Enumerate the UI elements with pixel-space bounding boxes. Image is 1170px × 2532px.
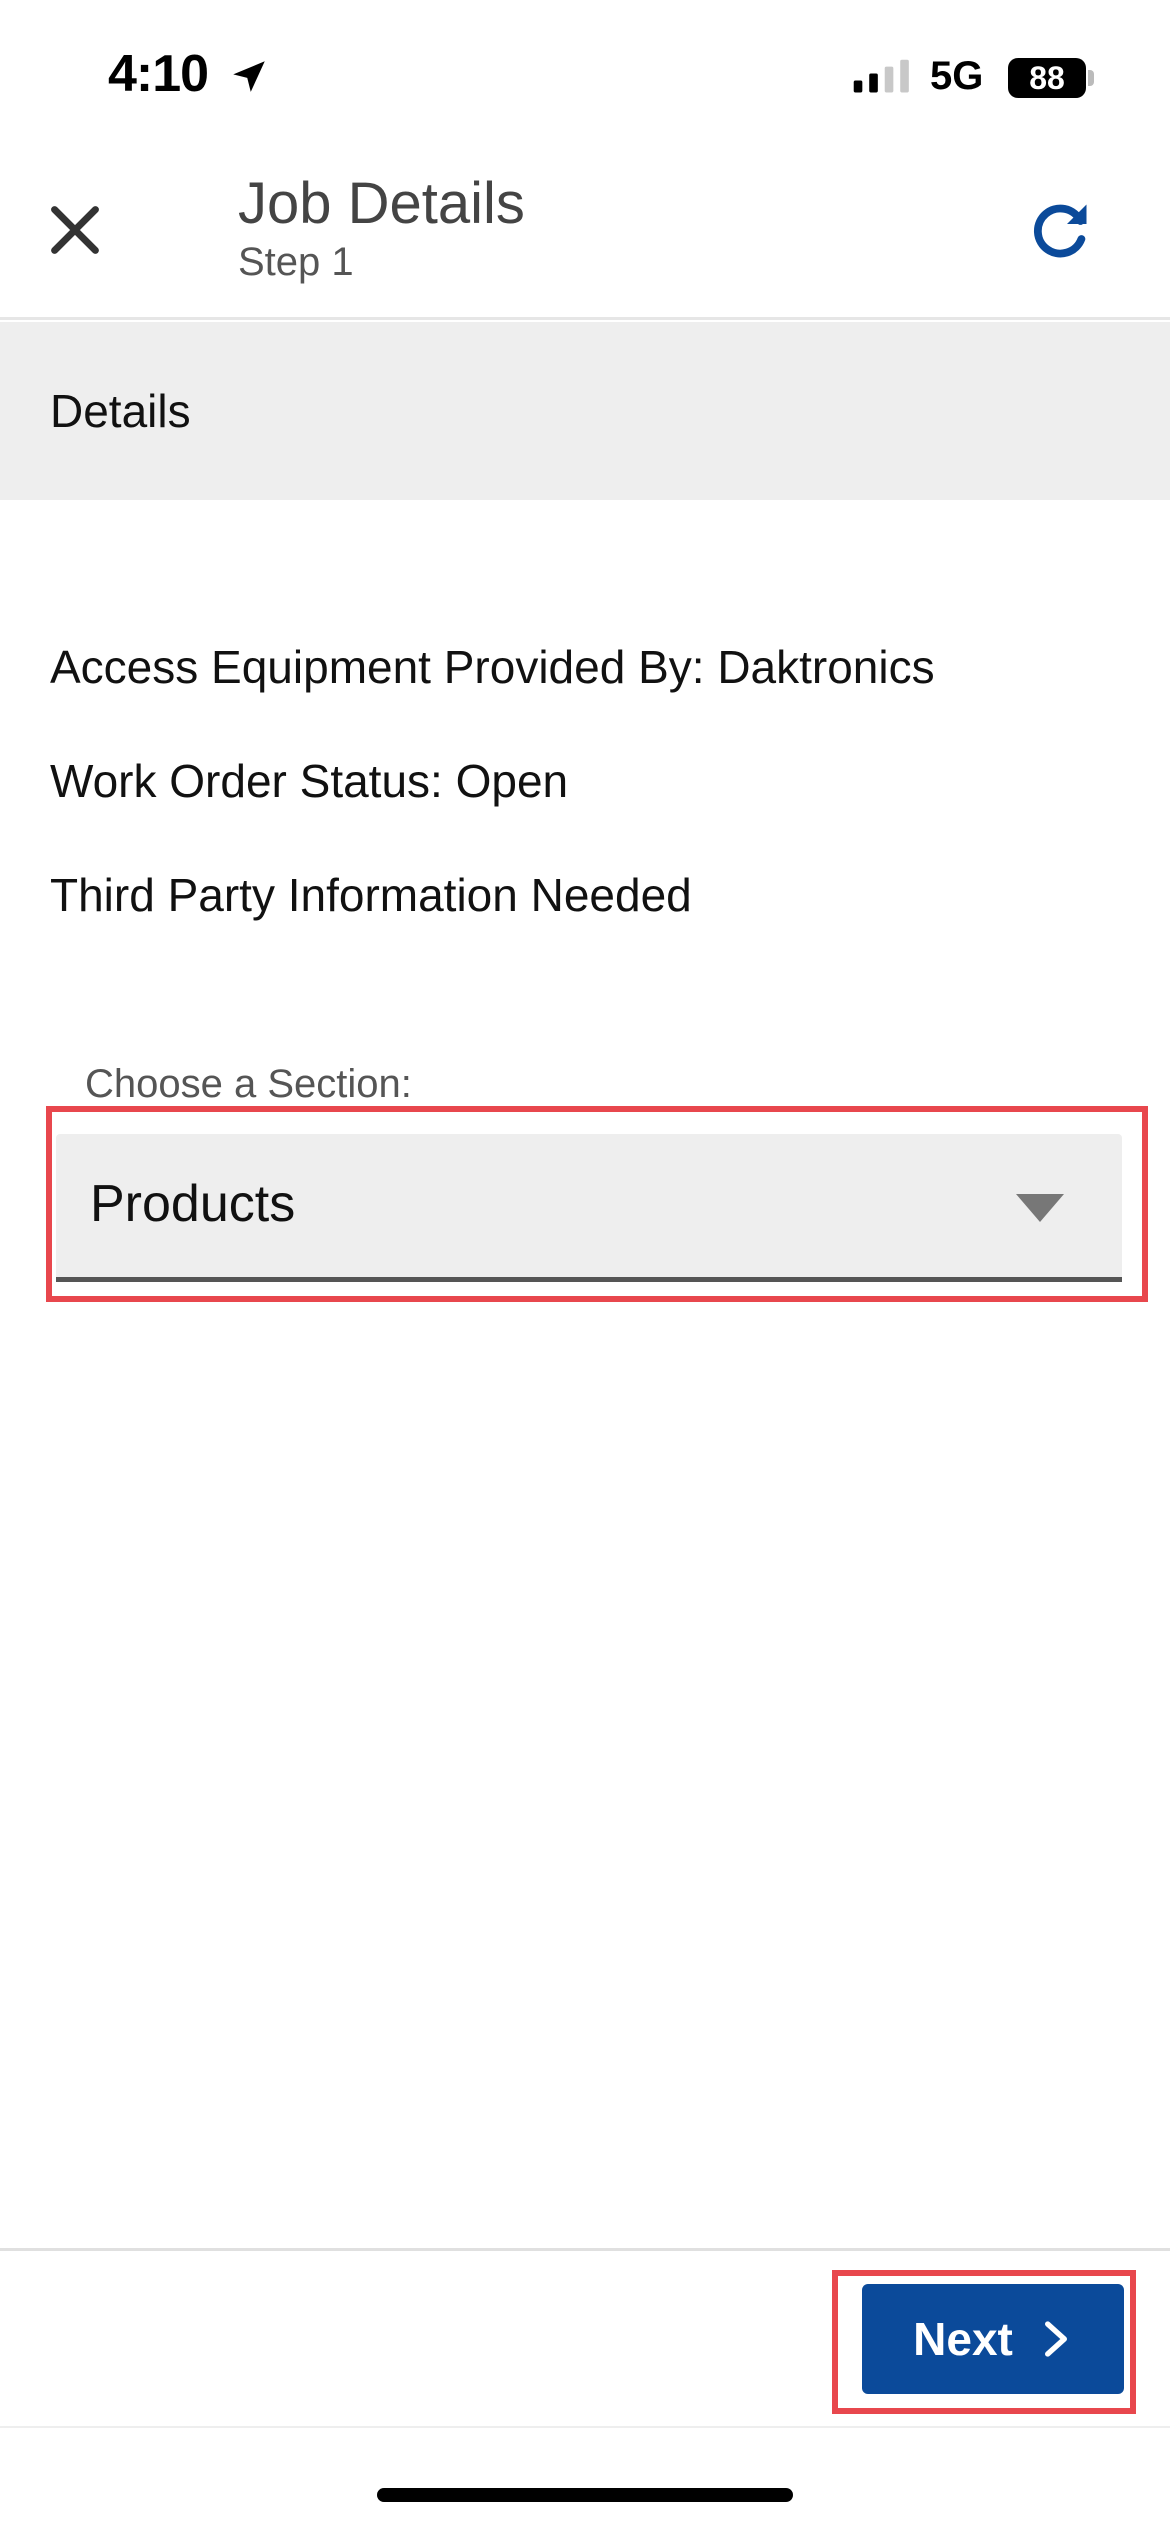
refresh-icon[interactable] xyxy=(1025,194,1097,266)
section-header: Details xyxy=(0,322,1170,500)
chevron-right-icon xyxy=(1044,2321,1067,2357)
dropdown-arrow-icon xyxy=(1016,1194,1064,1222)
page-subtitle: Step 1 xyxy=(238,240,354,284)
status-bar: 4:10 5G 88 xyxy=(0,0,1170,150)
battery-cap xyxy=(1088,70,1094,86)
detail-access-equipment: Access Equipment Provided By: Daktronics xyxy=(50,641,935,693)
detail-work-order-status: Work Order Status: Open xyxy=(50,755,569,807)
header: Job Details Step 1 xyxy=(0,150,1170,320)
location-arrow-icon xyxy=(233,61,265,92)
next-button[interactable]: Next xyxy=(862,2284,1124,2394)
network-type: 5G xyxy=(930,54,984,98)
next-button-label: Next xyxy=(913,2313,1013,2365)
status-time: 4:10 xyxy=(108,45,209,103)
battery-icon: 88 xyxy=(1008,58,1086,98)
close-icon[interactable] xyxy=(40,195,110,265)
section-title: Details xyxy=(50,385,191,437)
home-indicator xyxy=(377,2488,793,2502)
page-title: Job Details xyxy=(238,171,525,236)
section-dropdown-value: Products xyxy=(90,1175,296,1233)
detail-third-party-info: Third Party Information Needed xyxy=(50,869,692,921)
section-picker-label: Choose a Section: xyxy=(85,1062,412,1106)
signal-strength-icon xyxy=(853,59,909,93)
section-dropdown[interactable]: Products xyxy=(56,1134,1122,1282)
